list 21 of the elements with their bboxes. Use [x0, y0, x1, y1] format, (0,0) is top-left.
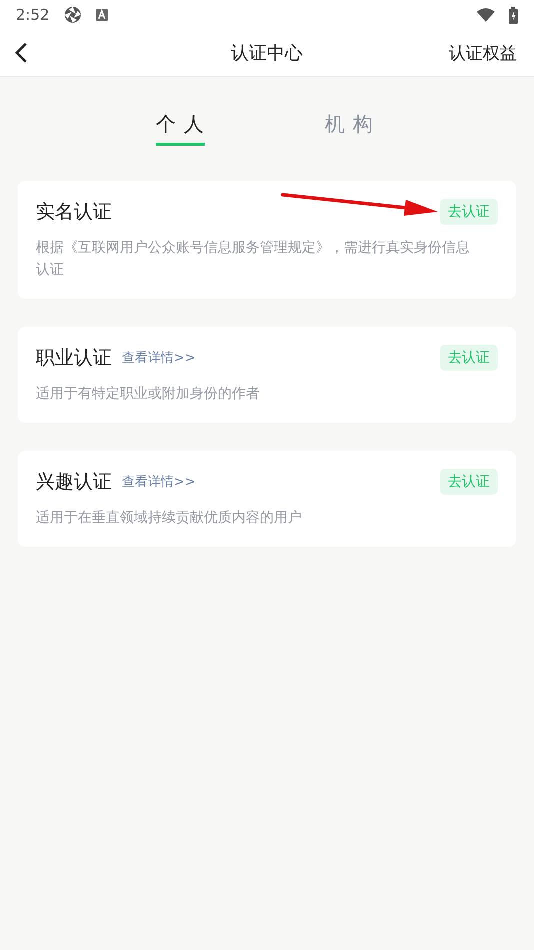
back-icon[interactable]	[14, 42, 28, 64]
page-title: 认证中心	[231, 42, 303, 65]
tab[interactable]: 个 人	[156, 111, 206, 146]
benefits-link[interactable]: 认证权益	[449, 42, 517, 64]
card-title: 兴趣认证	[36, 470, 112, 495]
card-description: 适用于在垂直领域持续贡献优质内容的用户	[36, 509, 303, 528]
card-title: 职业认证	[36, 346, 112, 371]
card-description: 根据《互联网用户公众账号信息服务管理规定》，需进行真实身份信息认证	[36, 239, 471, 280]
details-link[interactable]: 查看详情>>	[122, 473, 196, 491]
card-description: 适用于有特定职业或附加身份的作者	[36, 385, 261, 404]
verify-button[interactable]: 去认证	[440, 199, 498, 225]
keyboard-icon	[96, 9, 108, 21]
aperture-icon	[64, 6, 82, 24]
card-title: 实名认证	[36, 200, 112, 225]
details-link[interactable]: 查看详情>>	[122, 349, 196, 367]
verify-button[interactable]: 去认证	[440, 469, 498, 495]
wifi-icon	[477, 8, 495, 22]
status-time: 2:52	[16, 6, 50, 24]
tab[interactable]: 机 构	[324, 111, 374, 146]
battery-icon	[509, 6, 518, 24]
verify-button[interactable]: 去认证	[440, 345, 498, 371]
